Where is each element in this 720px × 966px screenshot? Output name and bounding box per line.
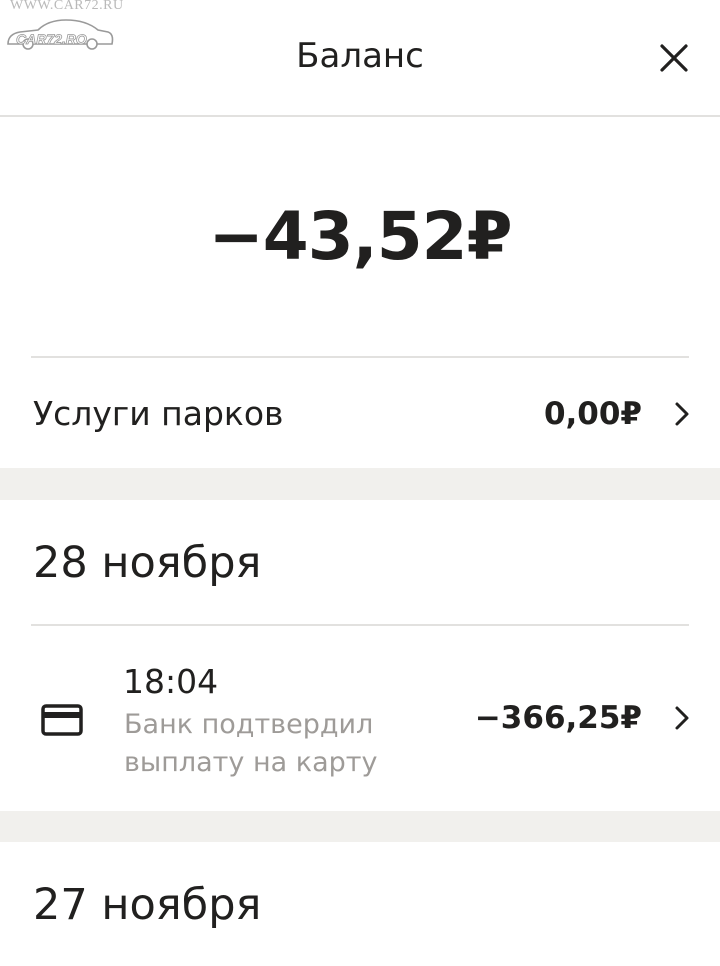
close-icon — [660, 44, 688, 72]
credit-card-icon — [41, 704, 83, 736]
transaction-time: 18:04 — [123, 662, 219, 701]
section-separator — [0, 811, 720, 842]
park-services-amount: 0,00₽ — [543, 396, 642, 432]
chevron-right-icon — [675, 706, 689, 730]
balance-screen: Баланс WWW.CAR72.RU CAR72.RO −43,52₽ Усл… — [0, 0, 720, 966]
chevron-right-icon — [675, 402, 689, 426]
watermark-logo-text: CAR72.RO — [16, 31, 88, 48]
balance-amount: −43,52₽ — [208, 198, 513, 275]
divider — [31, 624, 689, 626]
date-header: 27 ноября — [33, 880, 262, 930]
divider — [31, 356, 689, 358]
transaction-amount: −366,25₽ — [474, 700, 642, 736]
close-button[interactable] — [654, 38, 694, 78]
transaction-row[interactable]: 18:04 Банк подтвердил выплату на карту −… — [0, 628, 720, 811]
watermark-url: WWW.CAR72.RU — [10, 0, 124, 13]
park-services-label: Услуги парков — [33, 394, 284, 433]
park-services-row[interactable]: Услуги парков 0,00₽ — [0, 360, 720, 468]
transaction-description: Банк подтвердил выплату на карту — [124, 709, 378, 778]
date-header: 28 ноября — [33, 538, 262, 588]
section-separator — [0, 468, 720, 500]
watermark: WWW.CAR72.RU CAR72.RO — [4, 0, 124, 52]
